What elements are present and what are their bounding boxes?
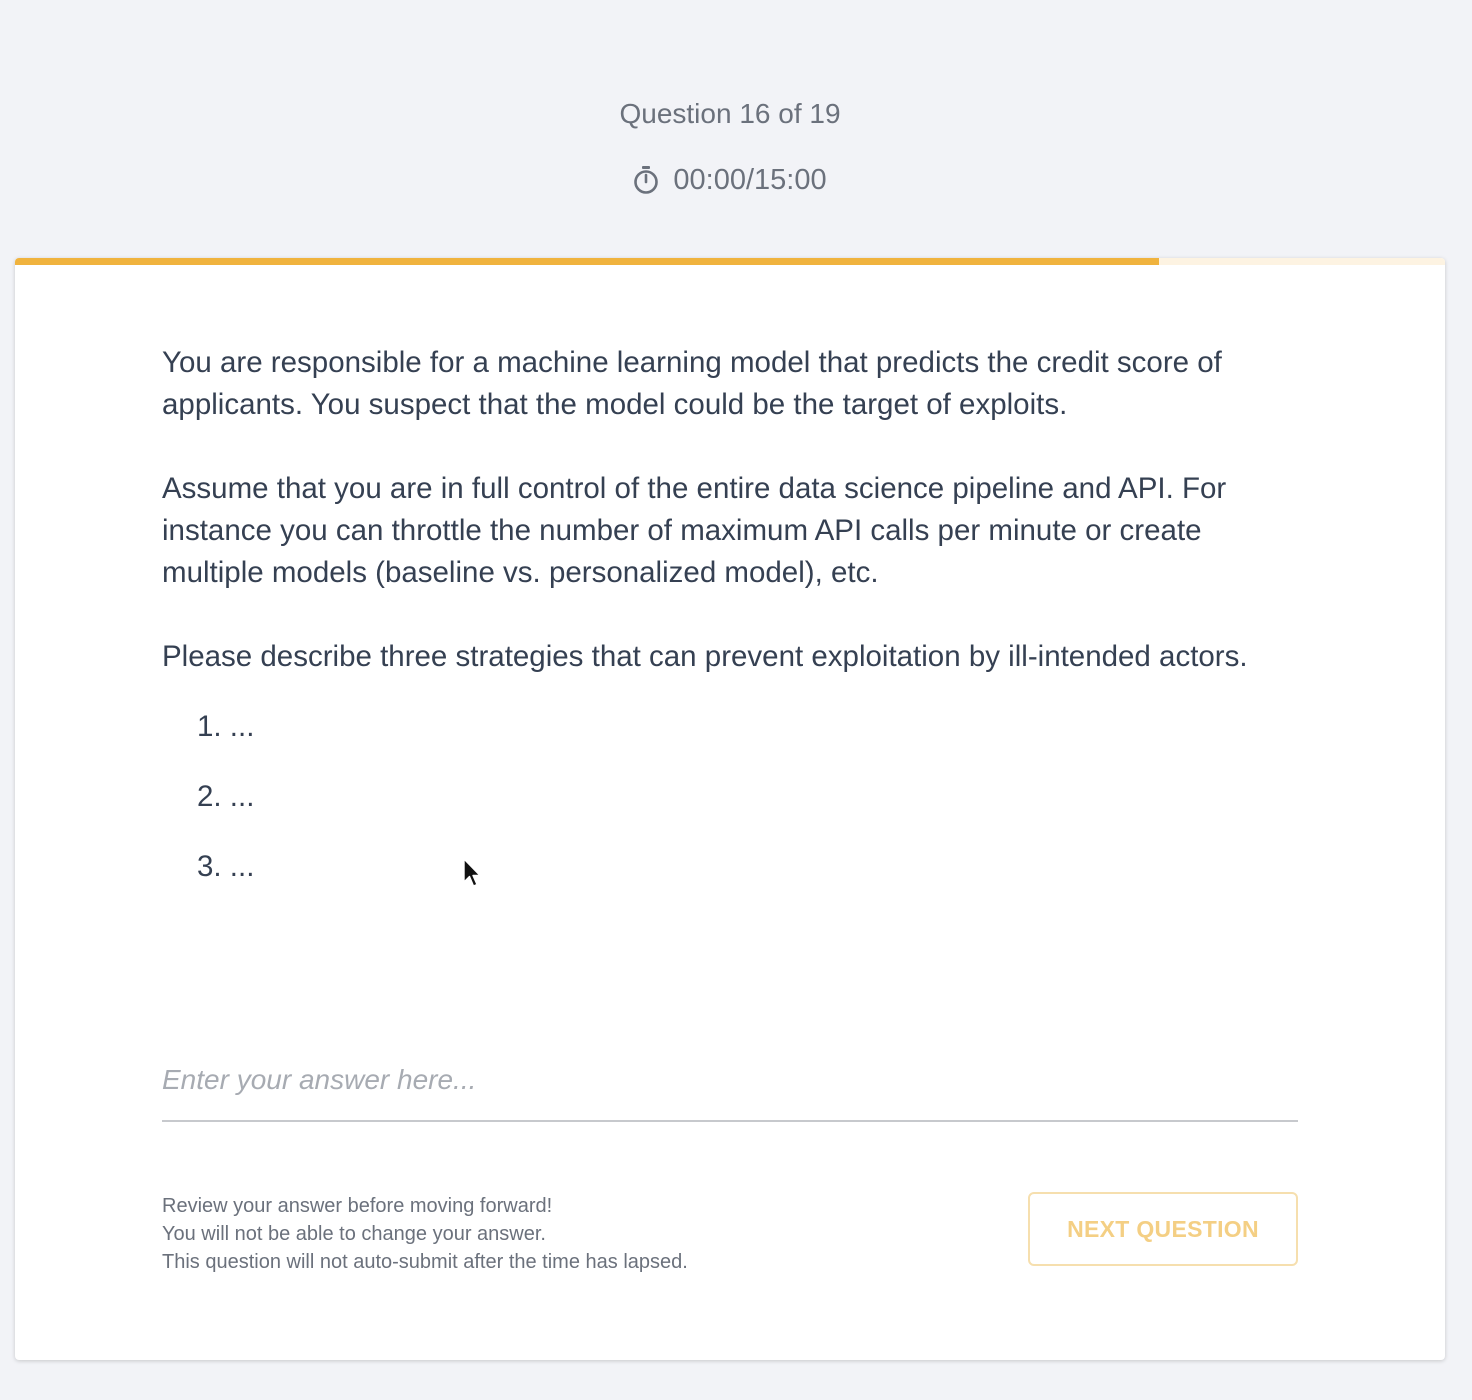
progress-bar-fill — [15, 258, 1159, 265]
question-paragraph: You are responsible for a machine learni… — [162, 346, 1222, 421]
submission-notes: Review your answer before moving forward… — [162, 1192, 862, 1276]
list-item: 2. ... — [197, 780, 255, 813]
progress-bar — [15, 258, 1445, 265]
list-item: 1. ... — [197, 710, 255, 743]
mouse-cursor-icon — [462, 858, 482, 890]
question-paragraph: Assume that you are in full control of t… — [162, 472, 1227, 589]
question-text: You are responsible for a machine learni… — [162, 342, 1302, 916]
timer-value: 00:00/15:00 — [673, 164, 827, 196]
timer: 00:00/15:00 — [0, 162, 1460, 204]
quiz-header: Question 16 of 19 00:00/15:00 — [0, 0, 1472, 258]
list-item: 3. ... — [197, 850, 255, 883]
strategy-list: 1. ... 2. ... 3. ... — [162, 706, 1302, 888]
question-counter: Question 16 of 19 — [619, 98, 841, 129]
answer-input[interactable] — [162, 1040, 1298, 1122]
stopwatch-icon — [633, 165, 659, 195]
next-question-button[interactable]: NEXT QUESTION — [1028, 1192, 1298, 1266]
note-line: You will not be able to change your answ… — [162, 1223, 546, 1245]
question-paragraph: Please describe three strategies that ca… — [162, 640, 1248, 673]
note-line: This question will not auto-submit after… — [162, 1251, 688, 1273]
note-line: Review your answer before moving forward… — [162, 1195, 553, 1217]
question-card: You are responsible for a machine learni… — [15, 258, 1445, 1360]
